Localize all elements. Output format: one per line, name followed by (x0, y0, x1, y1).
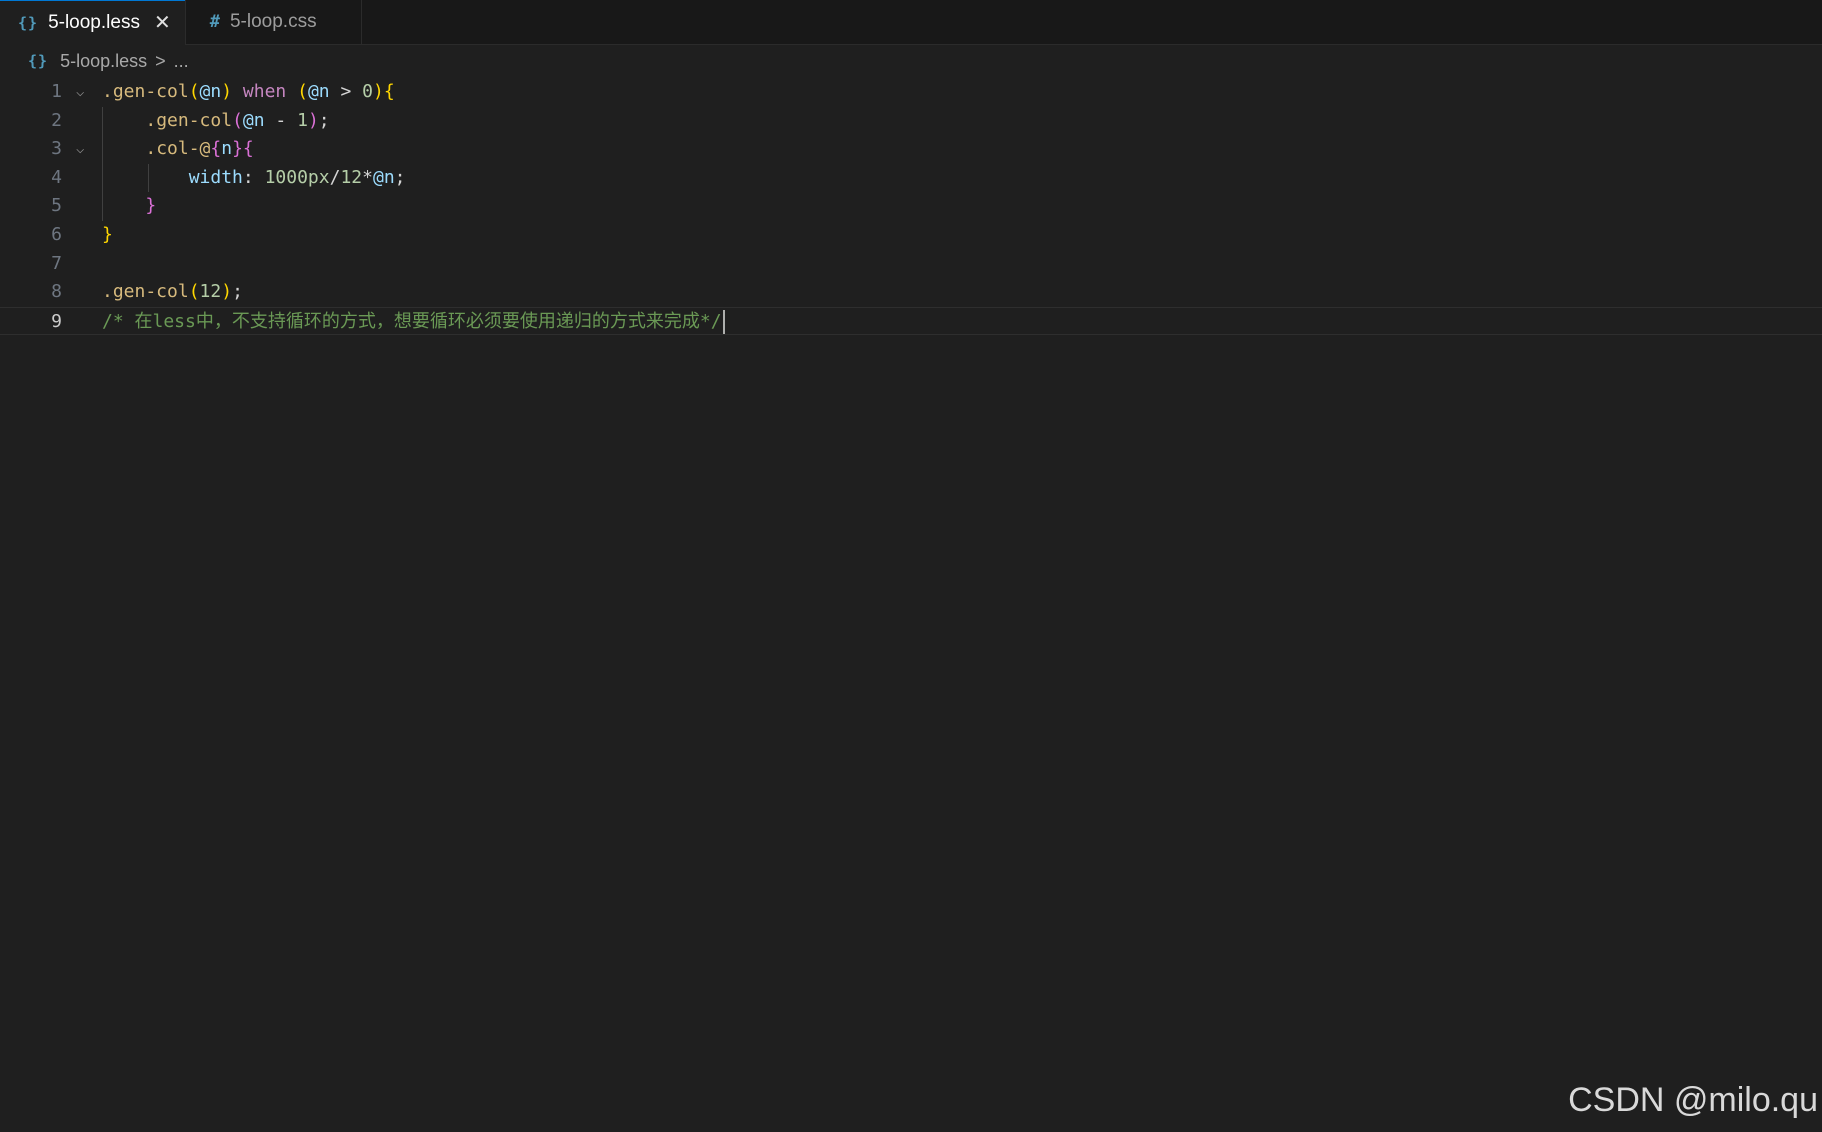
tab-label: 5-loop.css (229, 11, 317, 32)
chevron-right-icon: > (155, 50, 166, 71)
code-token: @n (307, 81, 330, 102)
code-token: ) (221, 281, 233, 303)
code-token: ; (318, 109, 330, 131)
code-token: n (221, 138, 233, 160)
code-token: @n (242, 109, 265, 131)
code-token: ( (232, 109, 243, 131)
less-file-icon: {} (18, 13, 39, 32)
line-number: 6 (51, 224, 62, 245)
code-line[interactable]: 2 .gen-col(@n - 1); (0, 106, 1822, 136)
code-text: width: 1000px/12*@n; (102, 164, 406, 193)
code-token: .gen-col (102, 281, 189, 303)
line-number: 7 (51, 252, 62, 274)
code-line[interactable]: 1 ⌵ .gen-col(@n) when (@n > 0){ (0, 78, 1822, 107)
code-token: { (383, 81, 395, 102)
less-file-icon: {} (28, 52, 49, 70)
code-token: * (362, 166, 373, 188)
css-file-icon: # (209, 12, 220, 32)
code-token: ; (232, 281, 243, 303)
tab-5-loop-css[interactable]: # 5-loop.css (185, 0, 362, 44)
code-text: .gen-col(@n) when (@n > 0){ (102, 78, 395, 107)
editor-window: {} 5-loop.less ✕ # 5-loop.css {} 5-loop.… (0, 0, 1822, 1132)
code-token: { (210, 138, 222, 160)
code-token: 0 (362, 81, 373, 102)
code-token: : (242, 166, 265, 188)
fold-chevron-icon[interactable]: ⌵ (76, 78, 84, 107)
code-token: } (102, 224, 113, 245)
line-number: 5 (51, 195, 62, 217)
text-cursor (722, 309, 725, 334)
code-token: 12 (340, 166, 363, 188)
line-number: 1 (51, 81, 62, 102)
code-text: .col-@{n}{ (102, 135, 254, 164)
breadcrumb-more[interactable]: ... (174, 51, 189, 72)
code-token: 1 (297, 109, 308, 131)
breadcrumb-file[interactable]: 5-loop.less (60, 51, 147, 72)
code-token: { (242, 138, 254, 160)
code-token: width (188, 166, 243, 188)
code-text: .gen-col(@n - 1); (102, 107, 330, 136)
watermark: CSDN @milo.qu (1568, 1081, 1818, 1119)
code-line[interactable]: 8 .gen-col(12); (0, 278, 1822, 307)
code-token: ) (307, 109, 319, 131)
tab-bar: {} 5-loop.less ✕ # 5-loop.css (0, 0, 1822, 45)
breadcrumb: {} 5-loop.less > ... (28, 48, 189, 74)
code-token: .gen-col (145, 109, 233, 131)
line-number: 4 (51, 166, 62, 188)
code-token: ; (394, 166, 406, 188)
code-token: 1000px (264, 166, 330, 188)
code-line[interactable]: 7 (0, 250, 1822, 279)
code-text: } (102, 221, 113, 250)
code-text: .gen-col(12); (102, 278, 243, 307)
code-token: ( (188, 281, 200, 303)
code-line[interactable]: 5 } (0, 192, 1822, 221)
line-number: 3 (51, 138, 62, 160)
code-token: ) (221, 81, 233, 102)
code-token: ( (297, 81, 308, 102)
line-number: 8 (51, 281, 62, 303)
code-token: } (232, 138, 243, 160)
line-number: 2 (51, 109, 62, 131)
code-token: @n (372, 166, 395, 188)
code-text: /* 在less中，不支持循环的方式，想要循环必须要使用递归的方式来完成*/ (102, 308, 725, 337)
code-token: ) (373, 81, 384, 102)
close-icon[interactable]: ✕ (154, 13, 171, 33)
code-token: when (232, 81, 298, 102)
code-token: ( (188, 81, 200, 102)
code-token: .col-@ (145, 138, 211, 160)
fold-chevron-icon[interactable]: ⌵ (76, 135, 84, 164)
line-number: 9 (51, 310, 62, 332)
code-line[interactable]: 9 /* 在less中，不支持循环的方式，想要循环必须要使用递归的方式来完成*/ (0, 306, 1822, 337)
tab-5-loop-less[interactable]: {} 5-loop.less ✕ (0, 0, 186, 45)
code-token: } (145, 195, 157, 217)
code-line[interactable]: 6} (0, 221, 1822, 250)
code-token: / (329, 166, 341, 188)
code-token: > (329, 81, 363, 102)
code-editor[interactable]: 1 ⌵ .gen-col(@n) when (@n > 0){2 .gen-col(… (0, 78, 1822, 1132)
code-line[interactable]: 4 width: 1000px/12*@n; (0, 163, 1822, 193)
code-token: .gen-col (102, 81, 189, 102)
code-token: /* 在less中，不支持循环的方式，想要循环必须要使用递归的方式来完成*/ (102, 310, 722, 332)
code-line[interactable]: 3 ⌵ .col-@{n}{ (0, 135, 1822, 164)
code-token: - (264, 109, 298, 131)
code-token: @n (199, 81, 222, 102)
code-token: 12 (199, 281, 222, 303)
tab-label: 5-loop.less (48, 11, 140, 33)
code-text: } (102, 192, 156, 221)
